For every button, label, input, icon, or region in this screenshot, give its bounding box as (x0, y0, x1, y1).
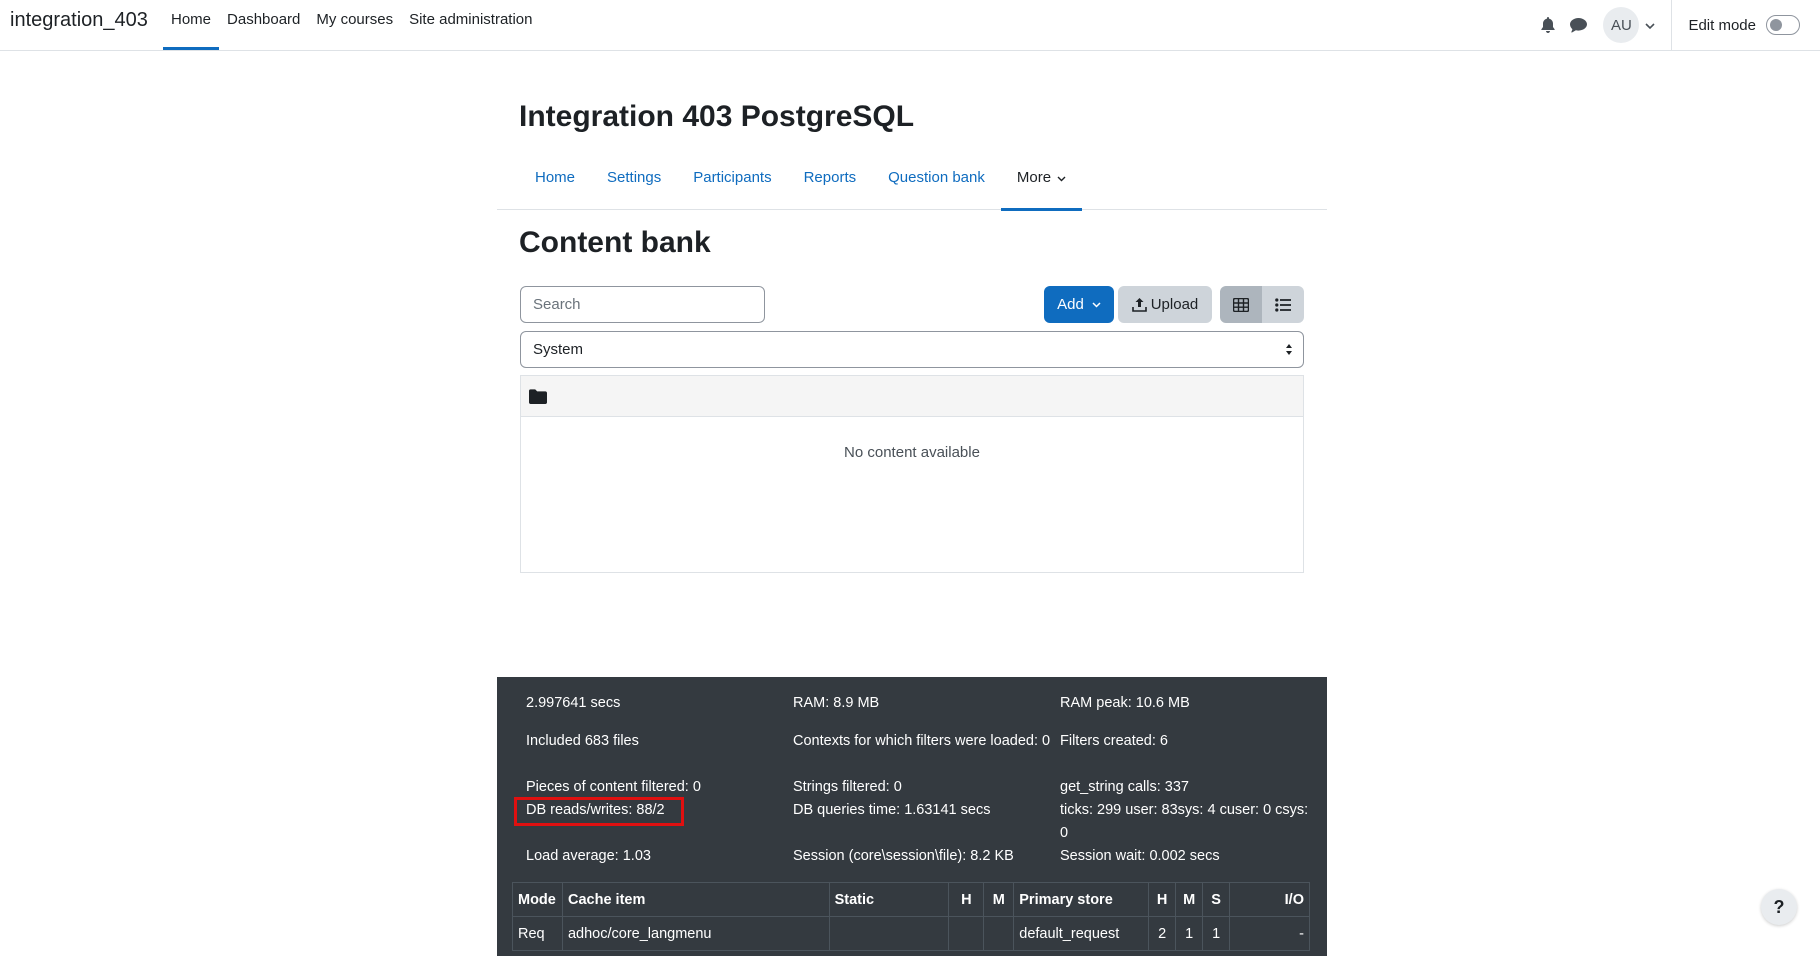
course-secondary-navigation: Home Settings Participants Reports Quest… (497, 158, 1327, 211)
nav-dashboard[interactable]: Dashboard (219, 0, 308, 50)
cell-misses: 1 (1175, 916, 1204, 951)
add-button[interactable]: Add (1044, 286, 1114, 323)
empty-message: No content available (844, 444, 980, 461)
icon-view-button[interactable] (1220, 286, 1262, 323)
upload-button[interactable]: Upload (1118, 286, 1212, 323)
cell-static-hits (948, 916, 985, 951)
upload-icon (1131, 298, 1147, 312)
perf-pieces-filtered: Pieces of content filtered: 0 (526, 779, 701, 795)
list-view-button[interactable] (1262, 286, 1304, 323)
perf-included-files: Included 683 files (526, 733, 639, 749)
more-chevron-down-icon (1057, 176, 1066, 182)
upload-button-label: Upload (1150, 296, 1199, 313)
content-panel-header (521, 376, 1303, 417)
col-hits: H (1148, 882, 1177, 917)
col-static-hits: H (948, 882, 985, 917)
cell-cache-item: adhoc/core_langmenu (561, 916, 830, 951)
nav-home[interactable]: Home (163, 0, 220, 50)
content-panel: No content available (520, 375, 1304, 573)
context-select[interactable]: System (520, 331, 1304, 368)
add-button-label: Add (1057, 296, 1084, 313)
nav-my-courses[interactable]: My courses (308, 0, 401, 50)
site-brand[interactable]: integration_403 (10, 9, 148, 32)
performance-info: 2.997641 secs RAM: 8.9 MB RAM peak: 10.6… (497, 677, 1327, 956)
user-avatar[interactable]: AU (1603, 7, 1640, 43)
course-title: Integration 403 PostgreSQL (519, 100, 915, 133)
edit-mode-label: Edit mode (1688, 16, 1756, 34)
col-static: Static (828, 882, 950, 917)
cell-hits: 2 (1148, 916, 1177, 951)
select-caret-icon (1286, 344, 1292, 355)
search-input[interactable] (520, 286, 765, 323)
col-static-misses: M (983, 882, 1015, 917)
tab-participants[interactable]: Participants (677, 158, 787, 210)
perf-ram: RAM: 8.9 MB (793, 695, 880, 711)
highlight-box (514, 797, 684, 826)
col-sets: S (1202, 882, 1231, 917)
navbar-right: AU Edit mode (1533, 0, 1820, 50)
help-button[interactable]: ? (1761, 889, 1797, 925)
col-mode: Mode (512, 882, 563, 917)
top-navbar: integration_403 Home Dashboard My course… (0, 0, 1820, 51)
cell-static (828, 916, 950, 951)
primary-navigation: Home Dashboard My courses Site administr… (163, 0, 541, 50)
perf-filters-created: Filters created: 6 (1060, 733, 1168, 749)
notifications-bell-icon[interactable] (1533, 10, 1563, 40)
edit-mode-toggle[interactable] (1766, 15, 1800, 35)
cache-table: Mode Cache item Static H M Primary store… (512, 882, 1310, 951)
col-cache-item: Cache item (561, 882, 830, 917)
user-menu-chevron-down-icon[interactable] (1645, 17, 1656, 34)
list-view-icon (1275, 297, 1291, 312)
cache-table-header-row: Mode Cache item Static H M Primary store… (512, 882, 1310, 917)
cell-mode: Req (512, 916, 563, 951)
folder-icon (529, 388, 547, 404)
col-io: I/O (1229, 882, 1310, 917)
perf-load-average: Load average: 1.03 (526, 848, 651, 864)
perf-strings-filtered: Strings filtered: 0 (793, 779, 902, 795)
tab-course-home[interactable]: Home (519, 158, 591, 210)
grid-view-icon (1233, 297, 1249, 312)
cell-io: - (1229, 916, 1310, 951)
perf-ticks: ticks: 299 user: 83sys: 4 cuser: 0 csys:… (1060, 802, 1309, 841)
tab-more[interactable]: More (1000, 158, 1083, 211)
tab-more-label: More (1016, 169, 1052, 186)
tab-settings[interactable]: Settings (591, 158, 677, 210)
edit-mode-switch[interactable]: Edit mode (1672, 15, 1820, 35)
context-select-value: System (533, 341, 584, 358)
table-row: Req adhoc/core_langmenu default_request … (512, 916, 1310, 951)
perf-ram-peak: RAM peak: 10.6 MB (1060, 695, 1190, 711)
cell-static-misses (983, 916, 1015, 951)
perf-session-wait: Session wait: 0.002 secs (1060, 848, 1220, 864)
cell-sets: 1 (1202, 916, 1231, 951)
perf-contexts-filters: Contexts for which filters were loaded: … (793, 733, 1051, 749)
cell-primary-store: default_request (1013, 916, 1150, 951)
perf-get-string-calls: get_string calls: 337 (1060, 779, 1189, 795)
tab-reports[interactable]: Reports (788, 158, 873, 210)
add-chevron-down-icon (1092, 301, 1101, 308)
messages-chat-icon[interactable] (1563, 10, 1593, 40)
perf-db-queries-time: DB queries time: 1.63141 secs (793, 802, 991, 818)
nav-site-administration[interactable]: Site administration (401, 0, 540, 50)
col-primary-store: Primary store (1013, 882, 1150, 917)
perf-time: 2.997641 secs (526, 695, 621, 711)
perf-session: Session (core\session\file): 8.2 KB (793, 848, 1014, 864)
col-misses: M (1175, 882, 1204, 917)
page-heading: Content bank (519, 226, 711, 259)
tab-question-bank[interactable]: Question bank (872, 158, 1001, 210)
